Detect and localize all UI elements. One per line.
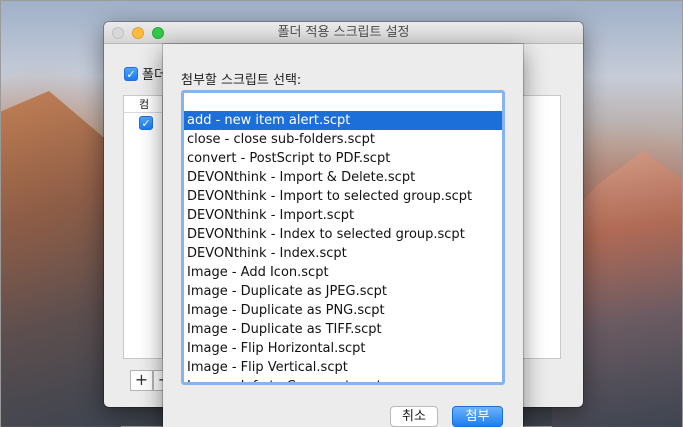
add-folder-button[interactable]: + (130, 370, 153, 391)
list-item[interactable]: Image - Duplicate as TIFF.scpt (184, 320, 502, 339)
table-row[interactable]: ✓ (124, 113, 162, 133)
list-item[interactable]: convert - PostScript to PDF.scpt (184, 149, 502, 168)
list-item[interactable]: DEVONthink - Import & Delete.scpt (184, 168, 502, 187)
list-item[interactable]: Image - Duplicate as JPEG.scpt (184, 282, 502, 301)
window-titlebar: 폴더 적용 스크립트 설정 (104, 22, 583, 44)
folders-table[interactable]: 컴 ✓ (123, 95, 163, 359)
list-item[interactable]: Image - Add Icon.scpt (184, 263, 502, 282)
folder-enabled-checkbox[interactable]: ✓ (139, 116, 153, 130)
folders-column-header[interactable]: 컴 (124, 96, 162, 113)
list-item[interactable]: DEVONthink - Index.scpt (184, 244, 502, 263)
list-item[interactable]: DEVONthink - Import to selected group.sc… (184, 187, 502, 206)
list-item[interactable]: Image - Flip Vertical.scpt (184, 358, 502, 377)
attach-button[interactable]: 첨부 (452, 406, 503, 427)
list-item[interactable]: Image - Info to Comment.scpt (184, 377, 502, 382)
close-window-icon[interactable] (112, 27, 124, 39)
list-item[interactable]: add - new item alert.scpt (184, 111, 502, 130)
list-item[interactable]: close - close sub-folders.scpt (184, 130, 502, 149)
cancel-button[interactable]: 취소 (390, 406, 438, 427)
list-item[interactable]: DEVONthink - Import.scpt (184, 206, 502, 225)
wallpaper-mountain-left (1, 91, 121, 427)
choose-script-sheet: 첨부할 스크립트 선택: add - new item alert.scpt cl… (163, 44, 523, 427)
enable-folder-actions[interactable]: ✓ 폴더 (124, 64, 166, 83)
enable-folder-actions-checkbox[interactable]: ✓ (124, 66, 138, 81)
sheet-prompt-label: 첨부할 스크립트 선택: (181, 73, 302, 88)
list-item[interactable]: DEVONthink - Index to selected group.scp… (184, 225, 502, 244)
script-list-items: add - new item alert.scpt close - close s… (184, 111, 502, 382)
minimize-window-icon[interactable] (132, 27, 144, 39)
list-item[interactable]: Image - Duplicate as PNG.scpt (184, 301, 502, 320)
window-title: 폴더 적용 스크립트 설정 (277, 25, 410, 40)
script-list[interactable]: add - new item alert.scpt close - close s… (181, 90, 505, 385)
zoom-window-icon[interactable] (152, 27, 164, 39)
list-item[interactable]: Image - Flip Horizontal.scpt (184, 339, 502, 358)
